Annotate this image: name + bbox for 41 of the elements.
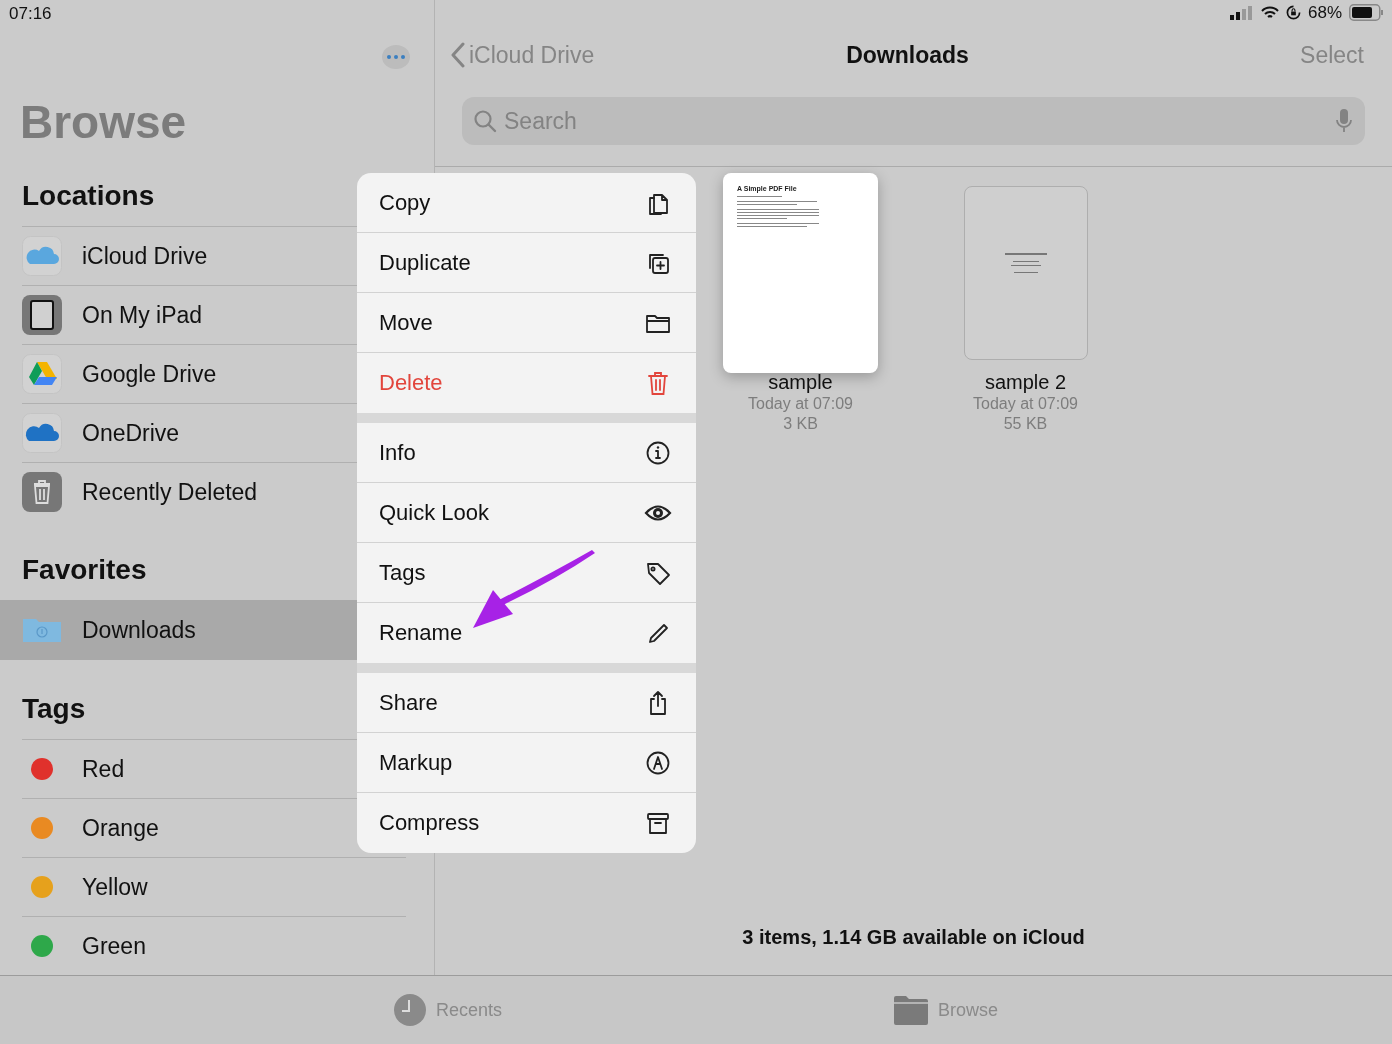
section-heading: Locations xyxy=(22,179,155,213)
menu-item[interactable]: Duplicate xyxy=(357,233,696,293)
menu-item[interactable]: Markup xyxy=(357,733,696,793)
battery-percentage: 68% xyxy=(1307,2,1342,23)
storage-summary: 3 items, 1.14 GB available on iCloud xyxy=(741,926,1086,950)
file-name: sample xyxy=(768,370,833,394)
menu-item[interactable]: Share xyxy=(357,673,696,733)
sidebar-title: Browse xyxy=(20,95,187,150)
microphone-icon[interactable] xyxy=(1335,108,1353,134)
sidebar-item[interactable]: Yellow xyxy=(0,857,434,916)
nav-title: Downloads xyxy=(846,41,969,69)
cloud-icon xyxy=(22,236,62,276)
cloud-icon xyxy=(22,413,62,453)
file-name: sample 2 xyxy=(984,370,1067,394)
document-thumbnail[interactable] xyxy=(963,186,1088,360)
wifi-icon xyxy=(1260,5,1279,20)
trash-icon xyxy=(22,472,62,512)
chevron-left-icon xyxy=(451,42,465,68)
signal-icon xyxy=(1229,5,1254,20)
section-heading: Favorites xyxy=(22,553,147,587)
battery-icon xyxy=(1349,4,1385,21)
search-field[interactable]: Search xyxy=(462,97,1365,145)
more-button[interactable] xyxy=(382,45,410,69)
menu-item[interactable]: Copy xyxy=(357,173,696,233)
folder-icon xyxy=(894,995,928,1025)
menu-item[interactable]: Quick Look xyxy=(357,483,696,543)
menu-item[interactable]: Compress xyxy=(357,793,696,853)
file-size: 55 KB xyxy=(1003,414,1048,434)
rotation-lock-icon xyxy=(1285,5,1301,20)
menu-item[interactable]: Info xyxy=(357,423,696,483)
file-date: Today at 07:09 xyxy=(973,394,1078,414)
status-time: 07:16 xyxy=(8,3,53,23)
search-icon xyxy=(473,109,497,133)
tablet-icon xyxy=(22,295,62,335)
menu-item[interactable]: Delete xyxy=(357,353,696,413)
file-date: Today at 07:09 xyxy=(748,394,853,414)
clock-icon xyxy=(393,994,426,1026)
file-size: 3 KB xyxy=(783,414,818,434)
section-heading: Tags xyxy=(22,692,86,726)
triangle-logo-icon xyxy=(22,354,62,394)
menu-item[interactable]: Move xyxy=(357,293,696,353)
